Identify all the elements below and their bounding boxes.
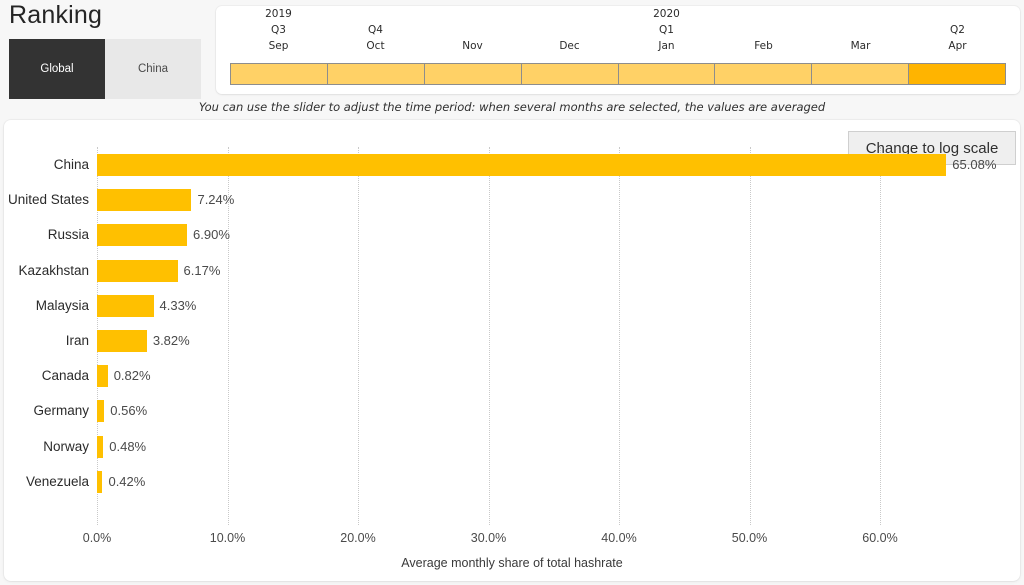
slider-label-group-dec: Dec [521, 6, 618, 54]
bar-value-iran: 3.82% [153, 323, 190, 358]
bar-value-united-states: 7.24% [197, 182, 234, 217]
bar-germany[interactable] [97, 400, 104, 422]
bar-value-kazakhstan: 6.17% [184, 253, 221, 288]
bar-malaysia[interactable] [97, 295, 154, 317]
country-label-russia: Russia [4, 217, 89, 252]
slider-month-label: Sep [230, 38, 327, 54]
slider-segment-sep[interactable] [230, 63, 327, 85]
x-tick-label: 20.0% [313, 531, 403, 545]
scope-toggle-global-label: Global [40, 63, 73, 75]
country-label-kazakhstan: Kazakhstan [4, 253, 89, 288]
slider-label-group-nov: Nov [424, 6, 521, 54]
x-tick-label: 30.0% [444, 531, 534, 545]
bar-venezuela[interactable] [97, 471, 102, 493]
hashrate-bar-chart: 0.0% 10.0% 20.0% 30.0% 40.0% 50.0% 60.0% China… [4, 120, 1020, 581]
slider-label-group-mar: Mar [812, 6, 909, 54]
country-label-germany: Germany [4, 393, 89, 428]
slider-segment-jan[interactable] [618, 63, 715, 85]
slider-segment-oct[interactable] [327, 63, 424, 85]
slider-label-group-sep: 2019Q3Sep [230, 6, 327, 54]
slider-label-group-apr: Q2Apr [909, 6, 1006, 54]
bar-value-venezuela: 0.42% [108, 464, 145, 499]
slider-segment-feb[interactable] [714, 63, 811, 85]
bar-norway[interactable] [97, 436, 103, 458]
x-tick-label: 60.0% [835, 531, 925, 545]
country-label-united-states: United States [4, 182, 89, 217]
bar-value-russia: 6.90% [193, 217, 230, 252]
bar-united-states[interactable] [97, 189, 191, 211]
x-tick-label: 50.0% [705, 531, 795, 545]
chart-row: United States 7.24% [4, 182, 1020, 217]
slider-month-label: Feb [715, 38, 812, 54]
chart-row: Venezuela 0.42% [4, 464, 1020, 499]
country-label-malaysia: Malaysia [4, 288, 89, 323]
slider-month-label: Dec [521, 38, 618, 54]
slider-month-label: Nov [424, 38, 521, 54]
scope-toggle-china[interactable]: China [105, 39, 201, 99]
chart-row: Russia 6.90% [4, 217, 1020, 252]
slider-month-label: Jan [618, 38, 715, 54]
country-label-china: China [4, 147, 89, 182]
x-tick-label: 40.0% [574, 531, 664, 545]
slider-month-label: Mar [812, 38, 909, 54]
bar-canada[interactable] [97, 365, 108, 387]
bar-value-germany: 0.56% [110, 393, 147, 428]
bar-value-canada: 0.82% [114, 358, 151, 393]
slider-caption: You can use the slider to adjust the tim… [0, 100, 1024, 114]
chart-row: Canada 0.82% [4, 358, 1020, 393]
country-label-norway: Norway [4, 429, 89, 464]
slider-quarter-label: Q2 [909, 22, 1006, 38]
x-tick-label: 0.0% [52, 531, 142, 545]
slider-month-label: Apr [909, 38, 1006, 54]
country-label-iran: Iran [4, 323, 89, 358]
chart-row: China 65.08% [4, 147, 1020, 182]
x-axis-title: Average monthly share of total hashrate [4, 556, 1020, 570]
chart-row: Norway 0.48% [4, 429, 1020, 464]
bar-china[interactable] [97, 154, 946, 176]
slider-label-group-jan: 2020Q1Jan [618, 6, 715, 54]
country-label-venezuela: Venezuela [4, 464, 89, 499]
slider-segment-mar[interactable] [811, 63, 908, 85]
chart-row: Germany 0.56% [4, 393, 1020, 428]
time-slider-card: 2019Q3Sep Q4Oct Nov Dec2020Q1Jan Feb Mar… [216, 6, 1020, 94]
scope-toggle: Global China [9, 39, 201, 99]
slider-label-group-oct: Q4Oct [327, 6, 424, 54]
bar-russia[interactable] [97, 224, 187, 246]
country-label-canada: Canada [4, 358, 89, 393]
slider-segment-nov[interactable] [424, 63, 521, 85]
chart-card: Change to log scale 0.0%10.0%20.0%30.0%4… [4, 120, 1020, 581]
slider-quarter-label: Q4 [327, 22, 424, 38]
time-slider-labels: 2019Q3Sep Q4Oct Nov Dec2020Q1Jan Feb Mar… [230, 6, 1006, 62]
x-tick-label: 10.0% [183, 531, 273, 545]
chart-row: Iran 3.82% [4, 323, 1020, 358]
slider-segment-apr[interactable] [908, 63, 1006, 85]
slider-year-label: 2019 [230, 6, 327, 22]
slider-quarter-label: Q3 [230, 22, 327, 38]
bar-kazakhstan[interactable] [97, 260, 178, 282]
bar-value-norway: 0.48% [109, 429, 146, 464]
time-slider-track[interactable] [230, 63, 1006, 85]
chart-row: Malaysia 4.33% [4, 288, 1020, 323]
slider-label-group-feb: Feb [715, 6, 812, 54]
bar-value-malaysia: 4.33% [160, 288, 197, 323]
bar-iran[interactable] [97, 330, 147, 352]
scope-toggle-china-label: China [138, 63, 168, 75]
bar-value-china: 65.08% [952, 147, 996, 182]
slider-segment-dec[interactable] [521, 63, 618, 85]
page-title: Ranking [9, 1, 102, 30]
slider-year-label: 2020 [618, 6, 715, 22]
slider-quarter-label: Q1 [618, 22, 715, 38]
chart-row: Kazakhstan 6.17% [4, 253, 1020, 288]
header: Ranking Global China 2019Q3Sep Q4Oct Nov… [0, 0, 1024, 118]
scope-toggle-global[interactable]: Global [9, 39, 105, 99]
slider-month-label: Oct [327, 38, 424, 54]
